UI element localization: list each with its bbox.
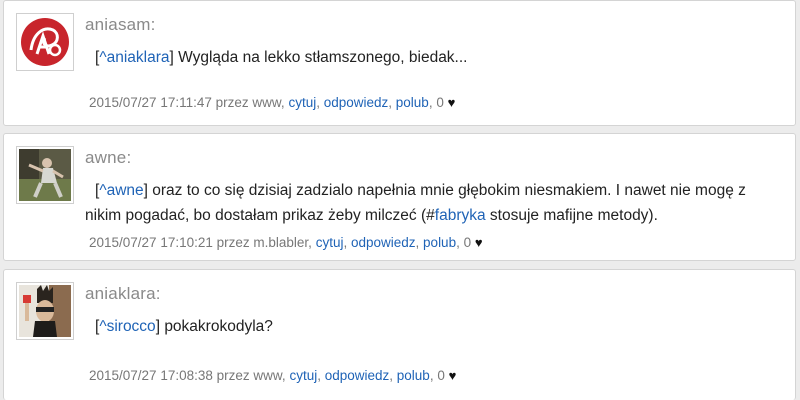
timestamp: 2015/07/27 17:11:47 [89, 95, 212, 110]
avatar-logo-icon [21, 18, 69, 66]
comment-card: awne: [^awne] oraz to co się dzisiaj zad… [3, 133, 796, 261]
like-count: 0 [437, 368, 445, 383]
via-label: przez m.blabler, [216, 235, 312, 250]
comment-meta: 2015/07/27 17:08:38 przez www, cytuj, od… [89, 368, 457, 383]
avatar[interactable] [16, 146, 74, 204]
comment-card: aniaklara: [^sirocco] pokakrokodyla? 201… [3, 269, 796, 400]
reply-link[interactable]: odpowiedz [351, 235, 416, 250]
like-link[interactable]: polub [423, 235, 456, 250]
comment-author[interactable]: awne: [85, 148, 131, 168]
avatar-photo-icon [19, 149, 71, 201]
comment-body: Wygląda na lekko stłamszonego, biedak... [178, 49, 468, 66]
mention-link[interactable]: ^awne [99, 182, 143, 199]
via-label: przez www, [215, 95, 285, 110]
avatar[interactable] [16, 282, 74, 340]
like-count: 0 [436, 95, 444, 110]
quote-link[interactable]: cytuj [316, 235, 344, 250]
quote-link[interactable]: cytuj [289, 368, 317, 383]
timestamp: 2015/07/27 17:08:38 [89, 368, 213, 383]
like-link[interactable]: polub [397, 368, 430, 383]
via-label: przez www, [216, 368, 286, 383]
heart-icon: ♥ [447, 95, 456, 110]
mention-link[interactable]: ^aniaklara [99, 49, 169, 66]
timestamp: 2015/07/27 17:10:21 [89, 235, 213, 250]
hashtag-link[interactable]: fabryka [435, 207, 486, 224]
comment-body-end: stosuje mafijne metody). [485, 207, 658, 224]
like-link[interactable]: polub [396, 95, 429, 110]
heart-icon: ♥ [474, 235, 483, 250]
comment-body: pokakrokodyla? [164, 318, 273, 335]
comment-meta: 2015/07/27 17:11:47 przez www, cytuj, od… [89, 95, 456, 110]
avatar-photo-icon [19, 285, 71, 337]
comment-author[interactable]: aniaklara: [85, 284, 161, 304]
like-count: 0 [463, 235, 472, 250]
quote-link[interactable]: cytuj [288, 95, 316, 110]
comment-text: [^aniaklara] Wygląda na lekko stłamszone… [95, 49, 468, 66]
comment-text: [^awne] oraz to co się dzisiaj zadzialo … [85, 182, 746, 224]
reply-link[interactable]: odpowiedz [324, 95, 389, 110]
comment-meta: 2015/07/27 17:10:21 przez m.blabler, cyt… [89, 235, 483, 250]
avatar[interactable] [16, 13, 74, 71]
reply-link[interactable]: odpowiedz [325, 368, 390, 383]
comment-card: aniasam: [^aniaklara] Wygląda na lekko s… [3, 0, 796, 126]
mention-link[interactable]: ^sirocco [99, 318, 155, 335]
heart-icon: ♥ [448, 368, 457, 383]
comment-author[interactable]: aniasam: [85, 15, 156, 35]
comment-text: [^sirocco] pokakrokodyla? [95, 318, 273, 335]
